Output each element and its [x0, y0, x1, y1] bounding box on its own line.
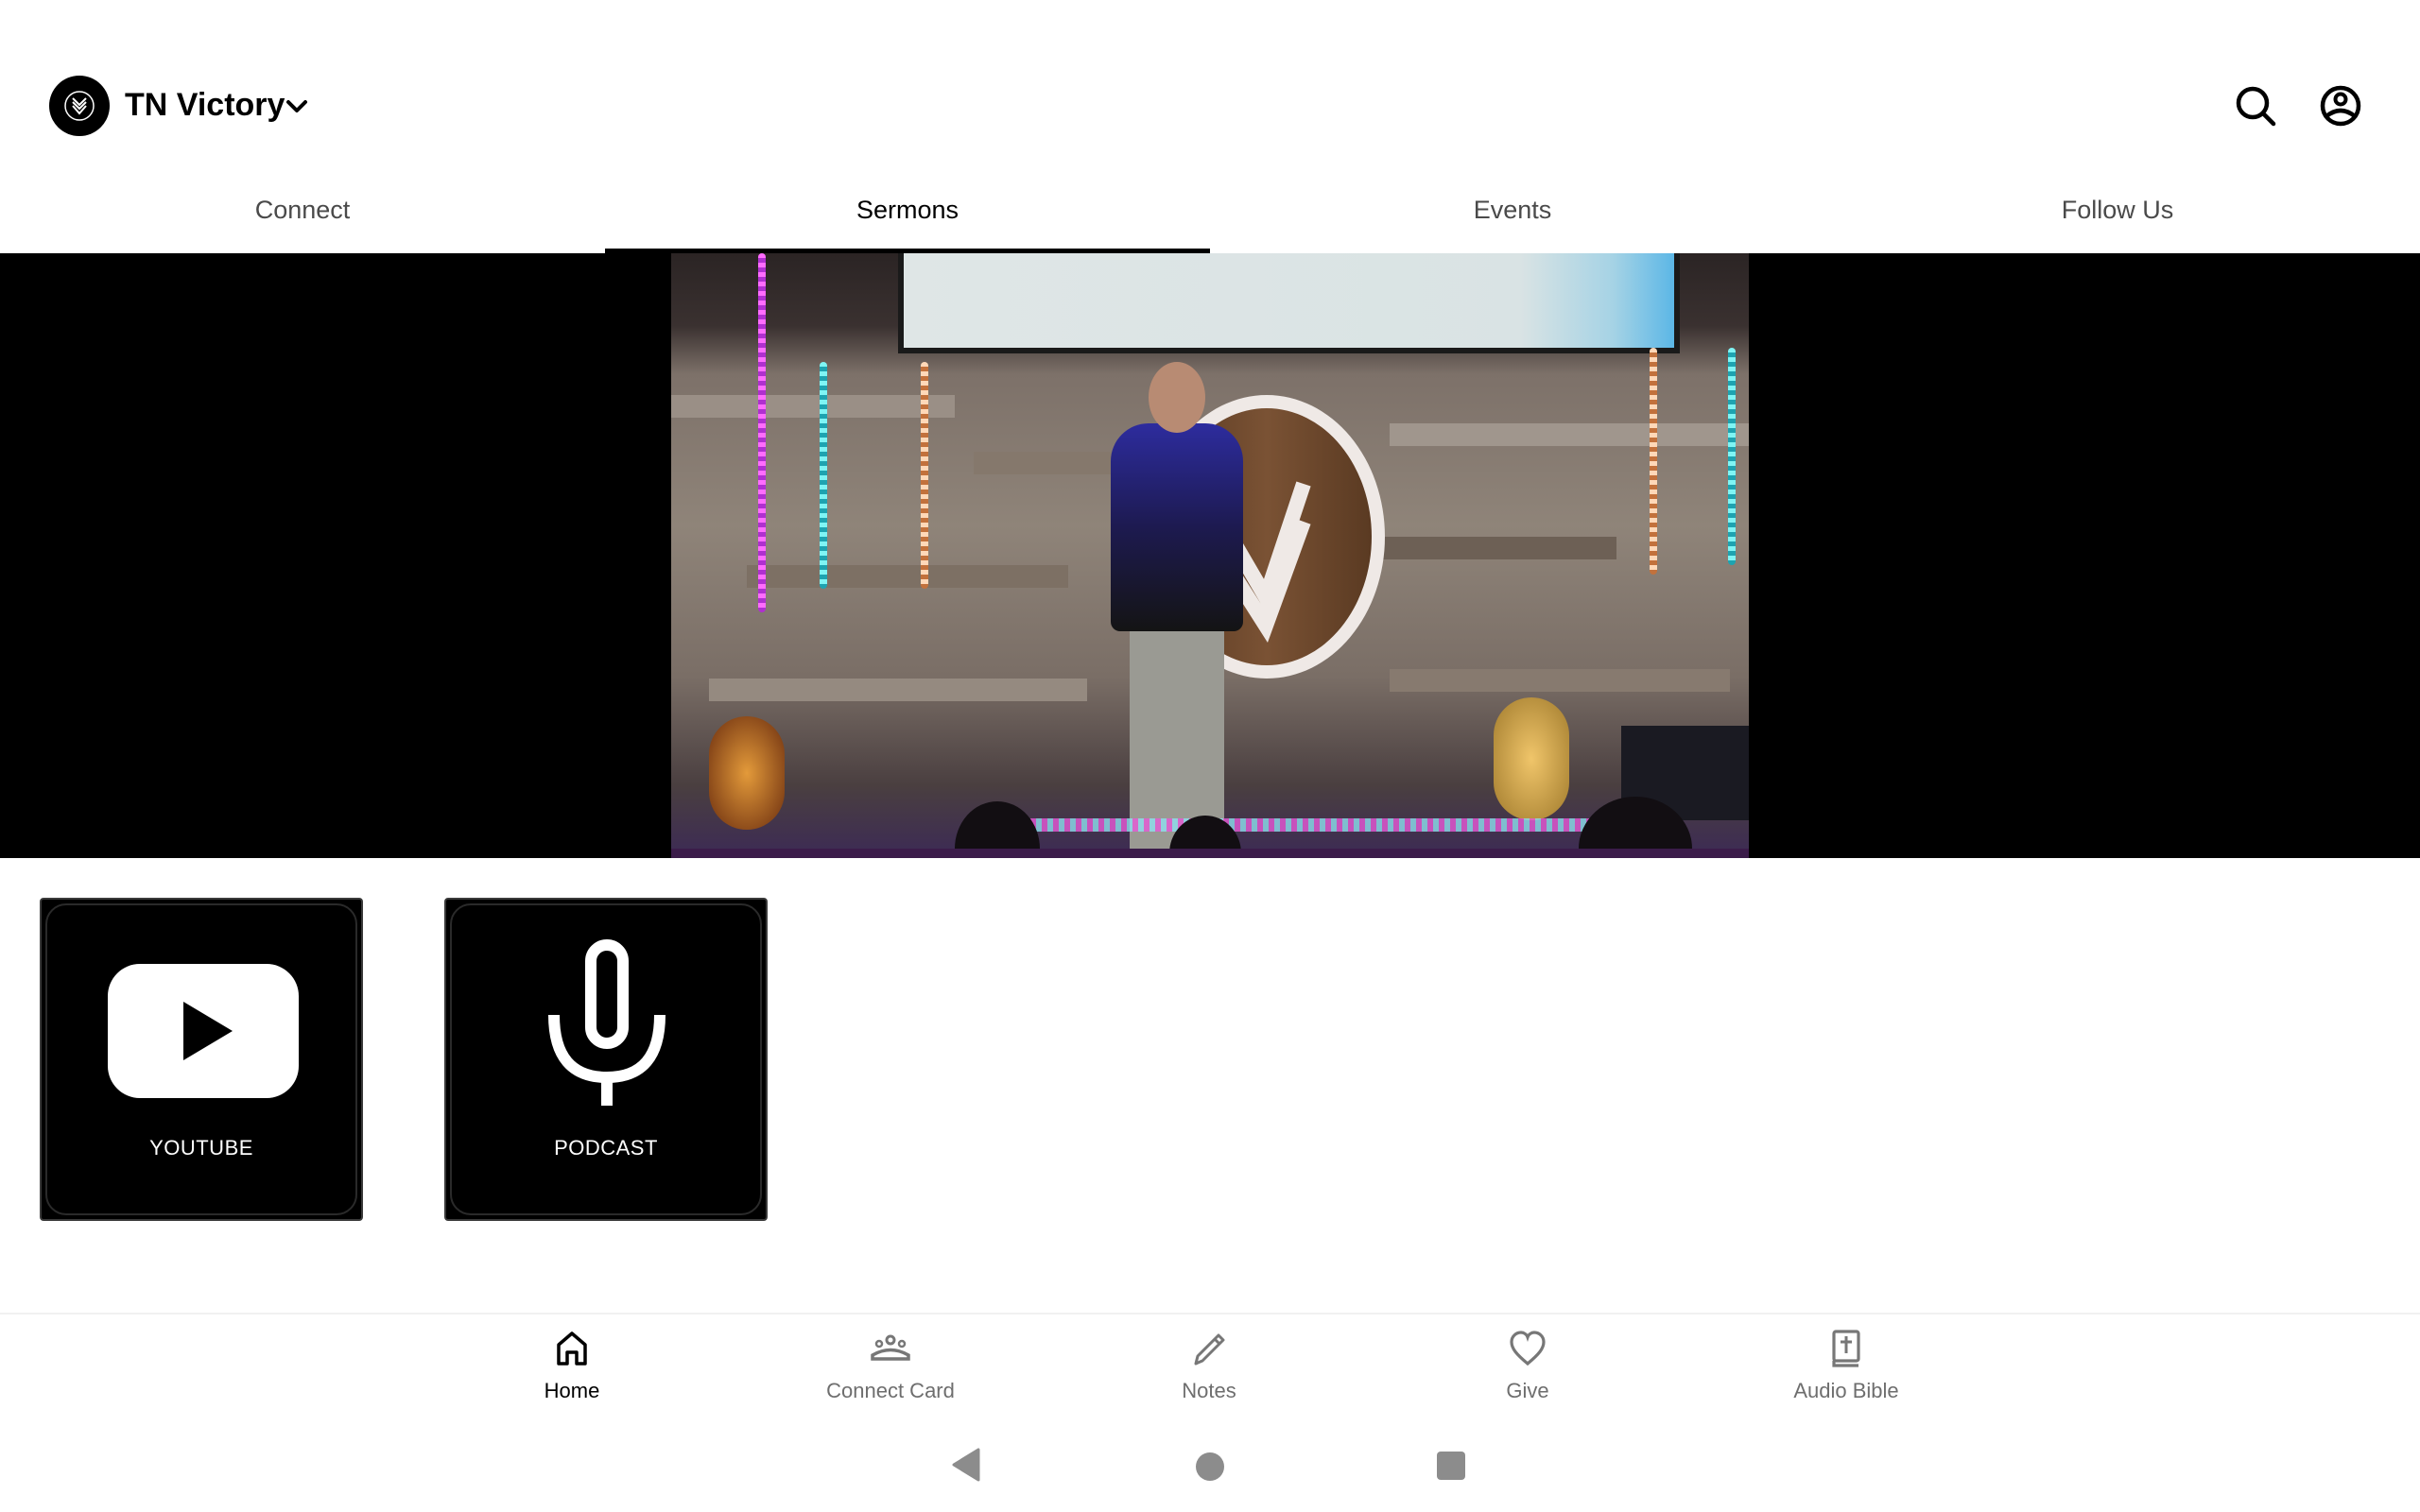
tab-label: Events [1473, 196, 1552, 224]
org-name[interactable]: TN Victory [125, 87, 285, 124]
stage-light-bar [758, 253, 766, 612]
tab-label: Follow Us [2061, 196, 2174, 224]
tab-sermons[interactable]: Sermons [605, 180, 1210, 253]
sermon-stage-photo [671, 253, 1749, 858]
search-icon[interactable] [2233, 83, 2280, 130]
tile-label: YOUTUBE [149, 1136, 253, 1160]
chevron-down-icon[interactable] [284, 94, 310, 117]
pencil-icon [1194, 1333, 1225, 1366]
youtube-tile[interactable]: YOUTUBE [40, 898, 363, 1221]
groups-icon [871, 1334, 910, 1361]
nav-label: Audio Bible [1793, 1379, 1899, 1402]
audience-silhouettes [671, 797, 1749, 858]
tab-bar: Connect Sermons Events Follow Us [0, 180, 2420, 253]
tab-events[interactable]: Events [1210, 180, 1815, 253]
tab-label: Sermons [856, 196, 959, 224]
system-home-icon[interactable] [1194, 1451, 1226, 1483]
nav-label: Give [1506, 1379, 1549, 1402]
org-logo[interactable] [49, 76, 110, 136]
nav-give[interactable]: Give [1405, 1328, 1651, 1413]
tab-label: Connect [254, 196, 351, 224]
nav-label: Notes [1182, 1379, 1236, 1402]
home-icon [557, 1332, 587, 1366]
tile-label: PODCAST [554, 1136, 658, 1160]
nav-connect-card[interactable]: Connect Card [768, 1328, 1013, 1413]
speaker-figure [1149, 362, 1205, 433]
stage-light-bar [1728, 348, 1736, 565]
youtube-icon [108, 964, 299, 1098]
stage-light-bar [921, 362, 928, 589]
account-circle-icon[interactable] [2316, 81, 2365, 130]
sermon-hero-banner[interactable] [0, 253, 2420, 858]
nav-label: Connect Card [826, 1379, 955, 1402]
podcast-tile[interactable]: PODCAST [444, 898, 768, 1221]
system-back-icon[interactable] [950, 1448, 982, 1482]
projector-screen [898, 253, 1680, 353]
bottom-nav-divider [0, 1313, 2420, 1314]
stage-light-bar [820, 362, 827, 589]
tab-follow-us[interactable]: Follow Us [1815, 180, 2420, 253]
nav-home[interactable]: Home [449, 1328, 695, 1413]
stage-light-bar [1650, 348, 1657, 575]
nav-audio-bible[interactable]: Audio Bible [1723, 1328, 1969, 1413]
microphone-icon [548, 939, 666, 1106]
speaker-figure [1111, 423, 1243, 631]
victory-emblem-icon [64, 91, 95, 121]
system-recents-icon[interactable] [1436, 1451, 1466, 1481]
bible-icon [1832, 1330, 1860, 1367]
nav-notes[interactable]: Notes [1086, 1328, 1332, 1413]
nav-label: Home [544, 1379, 600, 1402]
heart-icon [1510, 1331, 1546, 1366]
tab-connect[interactable]: Connect [0, 180, 605, 253]
